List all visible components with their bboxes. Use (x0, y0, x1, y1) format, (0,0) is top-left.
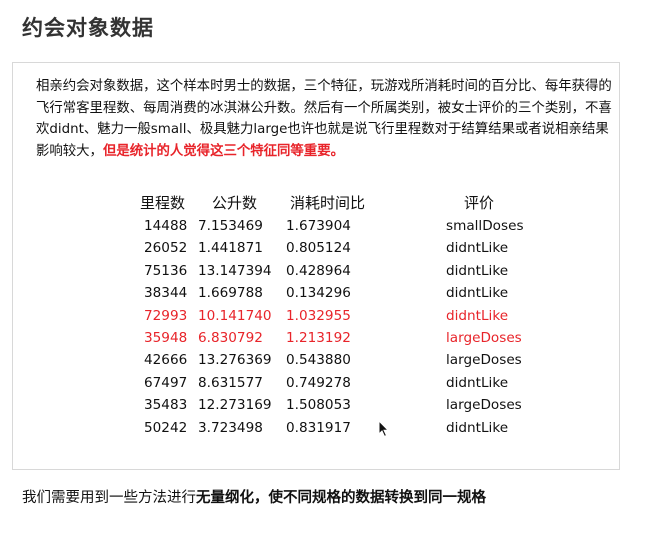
header-ratio: 消耗时间比 (290, 194, 366, 212)
cell-liters: 13.276369 (198, 352, 272, 369)
cell-miles: 67497 (144, 374, 188, 391)
cell-rating: didntLike (446, 419, 509, 436)
cell-miles: 26052 (144, 240, 188, 257)
table-row: 72993 10.141740 1.032955 didntLike (134, 308, 554, 328)
cell-miles: 14488 (144, 218, 188, 234)
mouse-pointer-icon (378, 420, 390, 438)
bottom-note: 我们需要用到一些方法进行无量纲化，使不同规格的数据转换到同一规格 (22, 486, 486, 507)
cell-rating: didntLike (446, 262, 509, 279)
table-row: 26052 1.441871 0.805124 didntLike (134, 240, 554, 260)
cell-miles: 38344 (144, 285, 188, 302)
table-row: 38344 1.669788 0.134296 didntLike (134, 285, 554, 305)
cell-liters: 6.830792 (198, 330, 263, 346)
table-row: 67497 8.631577 0.749278 didntLike (134, 375, 554, 395)
cell-ratio: 0.428964 (286, 262, 351, 279)
bottom-note-prefix: 我们需要用到一些方法进行 (22, 490, 196, 506)
header-rating: 评价 (464, 194, 495, 212)
cell-rating: largeDoses (446, 397, 522, 414)
table-row: 50242 3.723498 0.831917 didntLike (134, 420, 554, 440)
header-miles: 里程数 (140, 194, 186, 212)
cell-miles: 42666 (144, 352, 188, 369)
cell-rating: didntLike (446, 285, 509, 302)
slide-title: 约会对象数据 (22, 16, 154, 40)
cell-ratio: 1.673904 (286, 218, 351, 234)
cell-ratio: 1.213192 (286, 330, 351, 346)
table-row: 42666 13.276369 0.543880 largeDoses (134, 352, 554, 372)
cell-liters: 3.723498 (198, 419, 263, 436)
bottom-note-bold: 无量纲化，使不同规格的数据转换到同一规格 (196, 490, 486, 506)
cell-ratio: 0.543880 (286, 352, 351, 369)
table-row: 75136 13.147394 0.428964 didntLike (134, 263, 554, 283)
table-header: 里程数 公升数 消耗时间比 评价 (134, 192, 554, 212)
cell-ratio: 1.508053 (286, 397, 351, 414)
cell-liters: 8.631577 (198, 374, 263, 391)
header-liters: 公升数 (212, 194, 258, 212)
cell-miles: 35483 (144, 397, 188, 414)
table-row: 35948 6.830792 1.213192 largeDoses (134, 330, 554, 350)
cell-rating: largeDoses (446, 352, 522, 369)
cell-ratio: 0.749278 (286, 374, 351, 391)
cell-miles: 35948 (144, 330, 188, 346)
cell-miles: 75136 (144, 262, 188, 279)
cell-liters: 7.153469 (198, 218, 263, 234)
table-row: 14488 7.153469 1.673904 smallDoses (134, 218, 554, 238)
cell-miles: 72993 (144, 307, 188, 324)
cell-liters: 1.441871 (198, 240, 263, 257)
cell-ratio: 1.032955 (286, 307, 351, 324)
cell-rating: smallDoses (446, 218, 524, 234)
cell-ratio: 0.805124 (286, 240, 351, 257)
cell-rating: largeDoses (446, 330, 522, 346)
cell-rating: didntLike (446, 307, 509, 324)
cell-liters: 12.273169 (198, 397, 272, 414)
cell-ratio: 0.134296 (286, 285, 351, 302)
cell-rating: didntLike (446, 374, 509, 391)
description-highlight: 但是统计的人觉得这三个特征同等重要。 (102, 143, 344, 159)
description-paragraph: 相亲约会对象数据，这个样本时男士的数据，三个特征，玩游戏所消耗时间的百分比、每年… (36, 76, 616, 162)
cell-ratio: 0.831917 (286, 419, 351, 436)
slide: 约会对象数据 相亲约会对象数据，这个样本时男士的数据，三个特征，玩游戏所消耗时间… (0, 0, 654, 536)
cell-liters: 1.669788 (198, 285, 263, 302)
cell-liters: 10.141740 (198, 307, 272, 324)
table-row: 35483 12.273169 1.508053 largeDoses (134, 397, 554, 417)
cell-rating: didntLike (446, 240, 509, 257)
cell-liters: 13.147394 (198, 262, 272, 279)
cell-miles: 50242 (144, 419, 188, 436)
